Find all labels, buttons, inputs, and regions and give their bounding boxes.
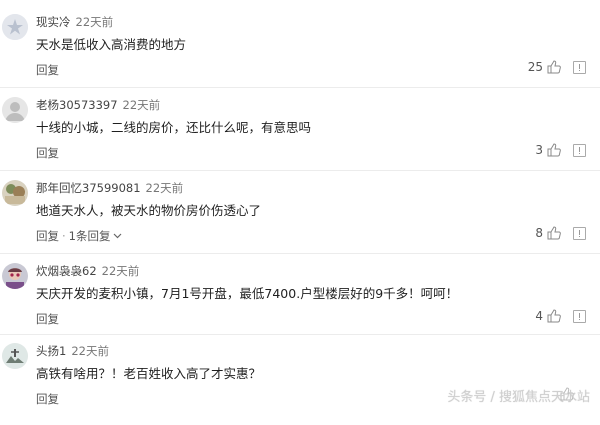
comment-meta: 现实冷 22天前	[36, 14, 113, 30]
comment-item: 现实冷 22天前 天水是低收入高消费的地方 回复 25	[0, 14, 600, 96]
comment-right-tools: 4	[535, 309, 586, 323]
timestamp: 22天前	[101, 264, 140, 278]
report-icon[interactable]	[573, 60, 586, 74]
like-count: 3	[535, 143, 543, 157]
reply-count-link[interactable]: 1条回复	[69, 229, 111, 243]
avatar[interactable]	[2, 14, 28, 40]
separator: ·	[62, 229, 66, 243]
comment-text: 地道天水人，被天水的物价房价伤透心了	[36, 203, 262, 218]
like-count: 25	[527, 60, 543, 74]
timestamp: 22天前	[75, 15, 114, 29]
timestamp: 22天前	[71, 344, 109, 358]
timestamp: 22天前	[122, 98, 161, 112]
avatar[interactable]	[2, 97, 28, 123]
comment-text: 十线的小城，二线的房价，还比什么呢，有意思吗	[36, 120, 312, 135]
report-icon[interactable]	[573, 309, 586, 323]
comment-actions: 回复 · 1条回复	[36, 228, 122, 244]
comment-text: 高铁有啥用？！老百姓收入高了才实惠？	[36, 366, 262, 381]
avatar[interactable]	[2, 263, 28, 289]
like-count: 8	[535, 226, 543, 240]
chevron-down-icon[interactable]	[113, 231, 122, 240]
watermark: 头条号 / 搜狐焦点天水站	[447, 390, 590, 405]
report-icon[interactable]	[573, 143, 586, 157]
thumb-up-icon[interactable]	[547, 309, 561, 323]
comment-right-tools: 8	[535, 226, 586, 240]
username[interactable]: 那年回忆37599081	[36, 181, 141, 195]
divider	[0, 87, 600, 88]
thumb-up-icon[interactable]	[547, 60, 561, 74]
comment-item: 炊烟袅袅62 22天前 天庆开发的麦积小镇，7月1号开盘，最低7400.户型楼层好…	[0, 263, 600, 345]
username[interactable]: 头扬1	[36, 344, 66, 358]
divider	[0, 253, 600, 254]
reply-button[interactable]: 回复	[36, 63, 59, 77]
avatar[interactable]	[2, 343, 28, 369]
comment-meta: 老杨30573397 22天前	[36, 97, 160, 113]
username[interactable]: 炊烟袅袅62	[36, 264, 97, 278]
reply-button[interactable]: 回复	[36, 146, 59, 160]
comment-item: 那年回忆37599081 22天前 地道天水人，被天水的物价房价伤透心了 回复 · 1…	[0, 180, 600, 262]
comment-right-tools: 25	[528, 60, 586, 74]
comment-text: 天庆开发的麦积小镇，7月1号开盘，最低7400.户型楼层好的9千多！呵呵！	[36, 286, 459, 301]
comment-actions: 回复	[36, 62, 59, 78]
timestamp: 22天前	[145, 181, 184, 195]
comment-actions: 回复	[36, 145, 59, 161]
reply-button[interactable]: 回复	[36, 392, 59, 406]
comment-meta: 炊烟袅袅62 22天前	[36, 263, 139, 279]
report-icon[interactable]	[573, 226, 586, 240]
username[interactable]: 现实冷	[36, 15, 71, 29]
comment-actions: 回复	[36, 391, 59, 407]
reply-button[interactable]: 回复	[36, 312, 59, 326]
divider	[0, 170, 600, 171]
comment-item: 头扬1 22天前 高铁有啥用？！老百姓收入高了才实惠？ 回复	[0, 343, 600, 425]
comment-right-tools: 3	[535, 143, 586, 157]
reply-button[interactable]: 回复	[36, 229, 59, 243]
thumb-up-icon[interactable]	[547, 143, 561, 157]
divider	[0, 334, 600, 335]
avatar[interactable]	[2, 180, 28, 206]
comment-text: 天水是低收入高消费的地方	[36, 37, 187, 52]
comment-item: 老杨30573397 22天前 十线的小城，二线的房价，还比什么呢，有意思吗 回复…	[0, 97, 600, 179]
like-count: 4	[535, 309, 543, 323]
thumb-up-icon[interactable]	[547, 226, 561, 240]
comment-meta: 那年回忆37599081 22天前	[36, 180, 183, 196]
username[interactable]: 老杨30573397	[36, 98, 118, 112]
comment-actions: 回复	[36, 311, 59, 327]
comment-meta: 头扬1 22天前	[36, 343, 109, 359]
